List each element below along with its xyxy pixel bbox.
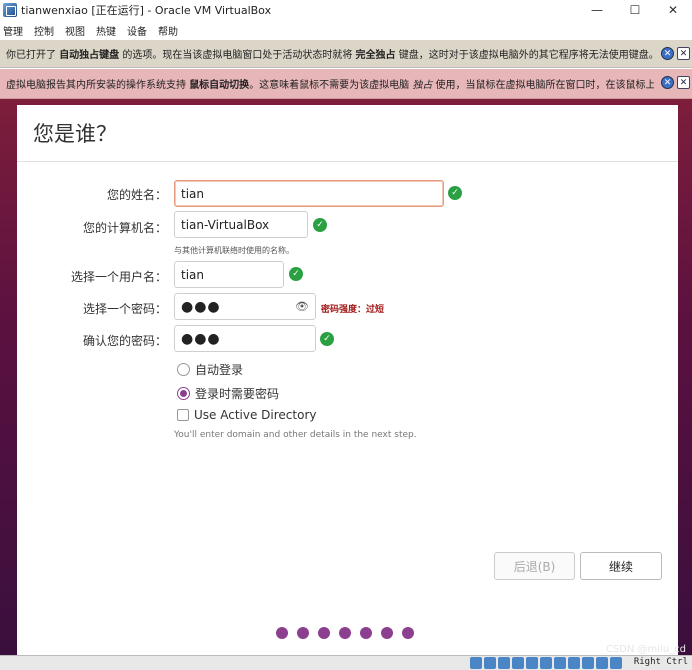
menu-item-manage[interactable]: 管理 xyxy=(3,23,23,38)
usb-icon[interactable] xyxy=(526,657,538,669)
maximize-button[interactable]: ☐ xyxy=(616,0,654,20)
name-label: 您的姓名： xyxy=(106,188,167,202)
require-password-label: 登录时需要密码 xyxy=(195,387,280,401)
mouse-integration-icon[interactable] xyxy=(596,657,608,669)
optical-drive-icon[interactable] xyxy=(484,657,496,669)
window-title: tianwenxiao [正在运行] - Oracle VM VirtualBo… xyxy=(21,4,272,17)
eye-icon[interactable]: 👁 xyxy=(295,300,309,314)
active-directory-checkbox[interactable]: Use Active Directory xyxy=(177,408,316,422)
audio-icon[interactable] xyxy=(498,657,510,669)
mouse-integration-notice: 虚拟电脑报告其内所安装的操作系统支持 鼠标自动切换。这意味着鼠标不需要为该虚拟电… xyxy=(0,69,692,99)
notice-info-close-icon[interactable]: ✕ xyxy=(661,76,674,89)
dialog-header: 您是谁？ xyxy=(17,105,678,162)
keyboard-icon[interactable] xyxy=(610,657,622,669)
hard-disk-icon[interactable] xyxy=(470,657,482,669)
watermark: CSDN @milu_cd xyxy=(605,644,686,655)
auto-login-radio[interactable]: 自动登录 xyxy=(177,361,243,378)
progress-dot xyxy=(360,627,372,639)
back-button[interactable]: 后退(B) xyxy=(494,552,575,580)
network-icon[interactable] xyxy=(512,657,524,669)
cpu-icon[interactable] xyxy=(582,657,594,669)
username-input[interactable]: tian xyxy=(174,261,284,288)
computer-name-hint: 与其他计算机联络时使用的名称。 xyxy=(174,246,294,255)
password-strength: 密码强度：过短 xyxy=(321,305,385,315)
notice-dismiss-icon[interactable]: ✕ xyxy=(677,47,690,60)
notice-text: 虚拟电脑报告其内所安装的操作系统支持 鼠标自动切换。这意味着鼠标不需要为该虚拟电… xyxy=(6,80,654,91)
name-input[interactable]: tian xyxy=(174,180,444,207)
radio-circle-selected xyxy=(177,387,190,400)
password-label: 选择一个密码： xyxy=(82,302,167,316)
active-directory-label: Use Active Directory xyxy=(194,408,317,422)
notice-dismiss-icon[interactable]: ✕ xyxy=(677,76,690,89)
menu-item-view[interactable]: 视图 xyxy=(65,23,85,38)
computer-name-input[interactable]: tian-VirtualBox xyxy=(174,211,308,238)
radio-circle xyxy=(177,363,190,376)
menu-item-help[interactable]: 帮助 xyxy=(158,23,178,38)
vm-status-bar: Right Ctrl xyxy=(0,655,692,670)
notice-info-close-icon[interactable]: ✕ xyxy=(661,47,674,60)
notice-controls: ✕ ✕ xyxy=(661,47,690,60)
confirm-password-input[interactable]: ●●● xyxy=(174,325,316,352)
status-icons xyxy=(470,657,622,669)
window-titlebar: tianwenxiao [正在运行] - Oracle VM VirtualBo… xyxy=(0,0,692,20)
auto-login-label: 自动登录 xyxy=(195,363,244,377)
continue-button[interactable]: 继续 xyxy=(580,552,662,580)
minimize-button[interactable]: — xyxy=(578,0,616,20)
progress-dot xyxy=(297,627,309,639)
username-label: 选择一个用户名： xyxy=(70,270,167,284)
confirm-password-dots: ●●● xyxy=(181,330,221,347)
who-are-you-dialog: 您是谁？ 您的姓名： tian ✓ 您的计算机名： tian-VirtualBo… xyxy=(17,105,678,655)
require-password-radio[interactable]: 登录时需要密码 xyxy=(177,385,279,402)
menu-bar: 管理 控制 视图 热键 设备 帮助 xyxy=(0,20,692,40)
notice-controls: ✕ ✕ xyxy=(661,76,690,89)
close-button[interactable]: ✕ xyxy=(654,0,692,20)
progress-dot xyxy=(381,627,393,639)
computer-name-label: 您的计算机名： xyxy=(82,221,167,235)
page-title: 您是谁？ xyxy=(33,122,117,146)
username-valid-icon: ✓ xyxy=(289,267,303,281)
notice-text: 你已打开了 自动独占键盘 的选项。现在当该虚拟电脑窗口处于活动状态时就将 完全独… xyxy=(6,50,654,61)
menu-item-control[interactable]: 控制 xyxy=(34,23,54,38)
host-key-label: Right Ctrl xyxy=(633,657,688,667)
menu-item-hotkey[interactable]: 热键 xyxy=(96,23,116,38)
checkbox-box xyxy=(177,409,189,421)
display-icon[interactable] xyxy=(554,657,566,669)
progress-dot xyxy=(339,627,351,639)
menu-item-devices[interactable]: 设备 xyxy=(127,23,147,38)
keyboard-capture-notice: 你已打开了 自动独占键盘 的选项。现在当该虚拟电脑窗口处于活动状态时就将 完全独… xyxy=(0,40,692,68)
confirm-password-valid-icon: ✓ xyxy=(320,332,334,346)
progress-dot xyxy=(402,627,414,639)
name-valid-icon: ✓ xyxy=(448,186,462,200)
active-directory-hint: You'll enter domain and other details in… xyxy=(174,430,417,440)
password-dots: ●●● xyxy=(181,298,221,315)
install-progress-dots xyxy=(276,627,414,639)
virtualbox-icon xyxy=(3,3,17,17)
password-input[interactable]: ●●● 👁 xyxy=(174,293,316,320)
confirm-password-label: 确认您的密码： xyxy=(82,334,167,348)
computer-name-valid-icon: ✓ xyxy=(313,218,327,232)
progress-dot xyxy=(276,627,288,639)
recording-icon[interactable] xyxy=(568,657,580,669)
window-controls: — ☐ ✕ xyxy=(578,0,692,20)
progress-dot xyxy=(318,627,330,639)
shared-folder-icon[interactable] xyxy=(540,657,552,669)
